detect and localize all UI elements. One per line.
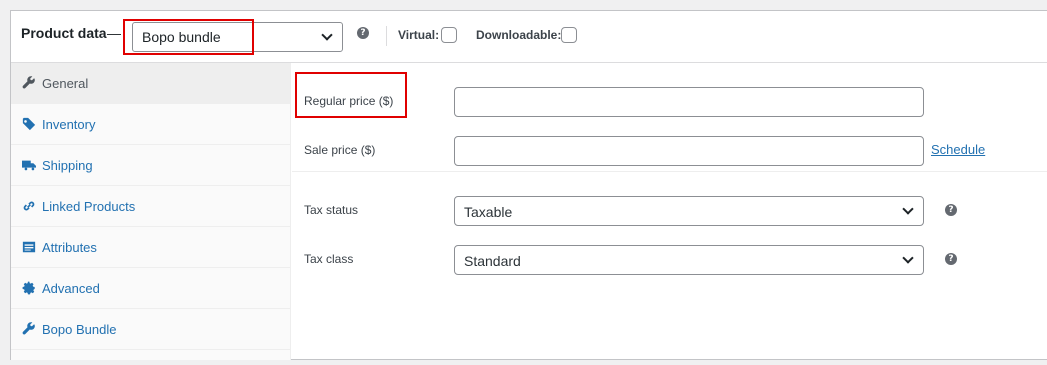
help-icon[interactable]: ? (945, 253, 957, 265)
help-icon[interactable]: ? (945, 204, 957, 216)
sale-price-input[interactable] (454, 136, 924, 166)
tab-linked-products[interactable]: Linked Products (11, 186, 291, 227)
truck-icon (22, 160, 36, 171)
tab-inventory[interactable]: Inventory (11, 104, 291, 145)
tab-advanced[interactable]: Advanced (11, 268, 291, 309)
downloadable-label: Downloadable: (476, 28, 562, 42)
tab-bopo-bundle[interactable]: Bopo Bundle (11, 309, 291, 350)
regular-price-input[interactable] (454, 87, 924, 117)
chevron-down-icon (321, 29, 333, 41)
tax-status-select[interactable]: Taxable (454, 196, 924, 226)
wrench-icon (22, 76, 35, 89)
gear-icon (22, 281, 35, 295)
wrench-icon (22, 322, 35, 335)
header-divider (386, 26, 387, 46)
sale-price-label: Sale price ($) (304, 143, 376, 157)
tab-label: Shipping (42, 158, 93, 173)
product-data-title: Product data (21, 25, 107, 41)
product-data-tabs: General Inventory Shipping Linked Produc… (11, 63, 291, 360)
product-type-select[interactable]: Bopo bundle (132, 22, 343, 52)
tab-shipping[interactable]: Shipping (11, 145, 291, 186)
tab-label: Attributes (42, 240, 97, 255)
tab-label: Bopo Bundle (42, 322, 117, 337)
chevron-down-icon (902, 203, 914, 215)
tab-label: Inventory (42, 117, 96, 132)
tab-label: Linked Products (42, 199, 136, 214)
virtual-label: Virtual: (398, 28, 440, 42)
title-dash: — (107, 25, 121, 41)
product-data-panel: Product data — Bopo bundle ? Virtual: Do… (10, 10, 1047, 360)
section-divider (292, 171, 1047, 172)
help-icon[interactable]: ? (357, 27, 369, 39)
virtual-checkbox[interactable] (441, 27, 457, 43)
tax-class-value: Standard (464, 253, 521, 269)
link-icon (23, 201, 35, 211)
tax-status-value: Taxable (464, 204, 513, 220)
product-data-header: Product data — Bopo bundle ? Virtual: Do… (11, 11, 1047, 63)
tax-class-select[interactable]: Standard (454, 245, 924, 275)
tab-general[interactable]: General (11, 63, 291, 104)
tab-label: General (42, 76, 89, 91)
tax-status-label: Tax status (304, 203, 359, 217)
general-options-panel: Regular price ($) Sale price ($) Schedul… (292, 63, 1047, 360)
chevron-down-icon (902, 252, 914, 264)
tab-label: Advanced (42, 281, 100, 296)
list-icon (22, 241, 36, 253)
tax-class-label: Tax class (304, 252, 354, 266)
regular-price-label: Regular price ($) (304, 94, 394, 108)
product-type-value: Bopo bundle (142, 29, 221, 45)
tab-attributes[interactable]: Attributes (11, 227, 291, 268)
tag-icon (22, 117, 36, 131)
schedule-link[interactable]: Schedule (931, 142, 985, 157)
downloadable-checkbox[interactable] (561, 27, 577, 43)
